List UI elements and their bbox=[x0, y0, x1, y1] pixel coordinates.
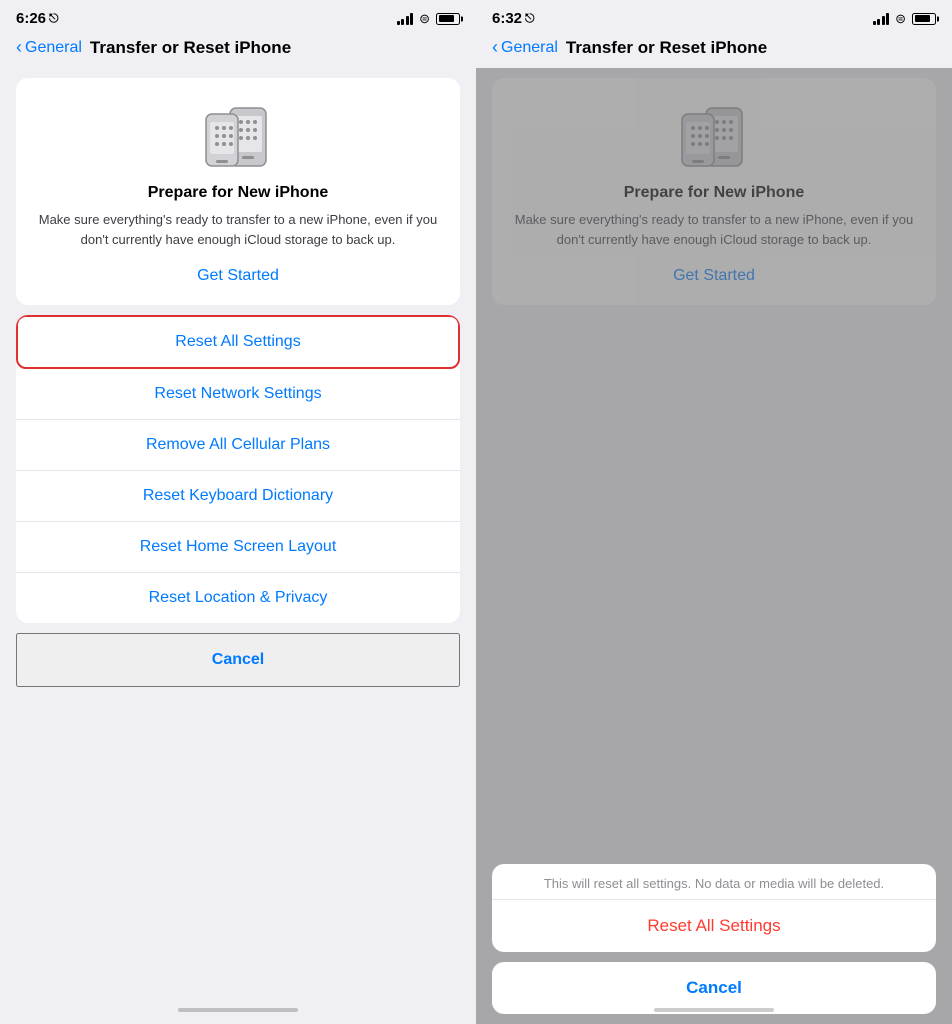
battery-icon-right bbox=[912, 13, 936, 25]
cancel-label-left: Cancel bbox=[212, 651, 264, 669]
remove-cellular-plans-button[interactable]: Remove All Cellular Plans bbox=[16, 420, 460, 471]
wifi-icon-right: ⊜ bbox=[895, 11, 906, 27]
remove-cellular-label: Remove All Cellular Plans bbox=[146, 436, 330, 454]
action-sheet-group: This will reset all settings. No data or… bbox=[492, 864, 936, 952]
status-icons-left: ⊜ bbox=[397, 11, 460, 27]
nav-bar-right: ‹ General Transfer or Reset iPhone bbox=[476, 33, 952, 68]
cancel-bar-left: Cancel bbox=[16, 633, 460, 687]
time-left: 6:26 ⎋ bbox=[16, 10, 59, 27]
action-sheet-message: This will reset all settings. No data or… bbox=[492, 864, 936, 900]
reset-home-screen-label: Reset Home Screen Layout bbox=[140, 538, 337, 556]
status-bar-right: 6:32 ⎋ ⊜ bbox=[476, 0, 952, 33]
reset-all-settings-button[interactable]: Reset All Settings bbox=[16, 315, 460, 369]
location-arrow-left: ⎋ bbox=[49, 11, 59, 26]
chevron-left-icon: ‹ bbox=[16, 37, 22, 58]
reset-all-settings-label: Reset All Settings bbox=[175, 333, 300, 351]
page-title-right: Transfer or Reset iPhone bbox=[566, 38, 767, 58]
status-bar-left: 6:26 ⎋ ⊜ bbox=[0, 0, 476, 33]
back-label-right: General bbox=[501, 39, 558, 57]
status-icons-right: ⊜ bbox=[873, 11, 936, 27]
options-list-left: Reset All Settings Reset Network Setting… bbox=[16, 315, 460, 623]
prepare-desc-left: Make sure everything's ready to transfer… bbox=[36, 210, 440, 249]
page-title-left: Transfer or Reset iPhone bbox=[90, 38, 291, 58]
reset-location-label: Reset Location & Privacy bbox=[149, 589, 328, 607]
signal-icon-left bbox=[397, 13, 414, 25]
home-indicator-left bbox=[0, 1000, 476, 1024]
reset-network-settings-label: Reset Network Settings bbox=[154, 385, 321, 403]
home-pill-right bbox=[654, 1008, 774, 1012]
back-button-left[interactable]: ‹ General bbox=[16, 37, 82, 58]
cancel-label-right: Cancel bbox=[686, 978, 742, 998]
reset-keyboard-dictionary-button[interactable]: Reset Keyboard Dictionary bbox=[16, 471, 460, 522]
left-panel: 6:26 ⎋ ⊜ ‹ General Transfer or Reset iPh… bbox=[0, 0, 476, 1024]
reset-all-settings-destructive-button[interactable]: Reset All Settings bbox=[492, 900, 936, 952]
nav-bar-left: ‹ General Transfer or Reset iPhone bbox=[0, 33, 476, 68]
battery-icon-left bbox=[436, 13, 460, 25]
prepare-card-left: Prepare for New iPhone Make sure everyth… bbox=[16, 78, 460, 305]
prepare-title-left: Prepare for New iPhone bbox=[148, 184, 329, 202]
home-indicator-right bbox=[476, 1000, 952, 1024]
chevron-left-icon-right: ‹ bbox=[492, 37, 498, 58]
wifi-icon-left: ⊜ bbox=[419, 11, 430, 27]
time-text-left: 6:26 bbox=[16, 10, 46, 27]
right-panel: 6:32 ⎋ ⊜ ‹ General Transfer or Reset iPh… bbox=[476, 0, 952, 1024]
get-started-button-left[interactable]: Get Started bbox=[197, 263, 279, 289]
content-left: Prepare for New iPhone Make sure everyth… bbox=[0, 68, 476, 1000]
time-right: 6:32 ⎋ bbox=[492, 10, 535, 27]
back-label-left: General bbox=[25, 39, 82, 57]
phone-transfer-icon-left bbox=[198, 102, 278, 172]
home-pill-left bbox=[178, 1008, 298, 1012]
reset-network-settings-button[interactable]: Reset Network Settings bbox=[16, 369, 460, 420]
reset-keyboard-label: Reset Keyboard Dictionary bbox=[143, 487, 333, 505]
cancel-button-left[interactable]: Cancel bbox=[16, 633, 460, 687]
reset-home-screen-button[interactable]: Reset Home Screen Layout bbox=[16, 522, 460, 573]
reset-location-privacy-button[interactable]: Reset Location & Privacy bbox=[16, 573, 460, 623]
signal-icon-right bbox=[873, 13, 890, 25]
action-sheet-content: This will reset all settings. No data or… bbox=[492, 864, 936, 1014]
destructive-label: Reset All Settings bbox=[647, 916, 780, 936]
back-button-right[interactable]: ‹ General bbox=[492, 37, 558, 58]
location-arrow-right: ⎋ bbox=[525, 11, 535, 26]
time-text-right: 6:32 bbox=[492, 10, 522, 27]
